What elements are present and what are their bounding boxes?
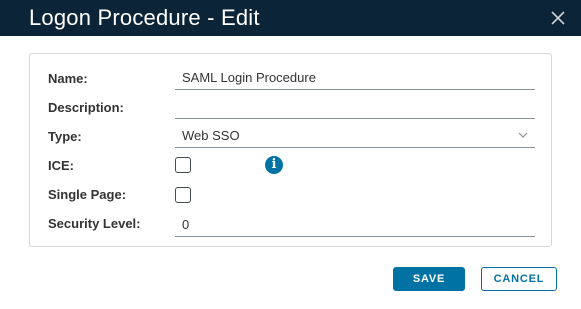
dialog-header: Logon Procedure - Edit	[0, 0, 581, 36]
edit-dialog: Logon Procedure - Edit Name: SAML Login …	[0, 0, 581, 309]
ice-row: ICE: i	[30, 153, 553, 182]
type-label: Type:	[48, 129, 82, 144]
description-label: Description:	[48, 100, 124, 115]
name-input[interactable]: SAML Login Procedure	[175, 68, 535, 90]
chevron-down-icon	[518, 132, 528, 138]
close-icon	[551, 11, 565, 25]
type-select[interactable]: Web SSO	[175, 126, 535, 148]
security-level-label: Security Level:	[48, 216, 141, 231]
dialog-title: Logon Procedure - Edit	[29, 5, 260, 30]
ice-label: ICE:	[48, 158, 74, 173]
close-button[interactable]	[550, 10, 566, 26]
description-row: Description:	[30, 95, 553, 124]
info-icon[interactable]: i	[265, 156, 283, 174]
name-row: Name: SAML Login Procedure	[30, 66, 553, 95]
ice-checkbox[interactable]	[175, 157, 191, 173]
single-page-label: Single Page:	[48, 187, 127, 202]
name-label: Name:	[48, 71, 88, 86]
form-card: Name: SAML Login Procedure Description: …	[29, 53, 552, 247]
type-row: Type: Web SSO	[30, 124, 553, 153]
security-level-row: Security Level: 0	[30, 211, 553, 240]
single-page-row: Single Page:	[30, 182, 553, 211]
security-level-input[interactable]: 0	[175, 215, 535, 237]
type-select-value: Web SSO	[182, 128, 240, 143]
save-button[interactable]: SAVE	[393, 267, 465, 291]
single-page-checkbox[interactable]	[175, 187, 191, 203]
cancel-button[interactable]: CANCEL	[481, 267, 557, 291]
description-input[interactable]	[175, 97, 535, 119]
